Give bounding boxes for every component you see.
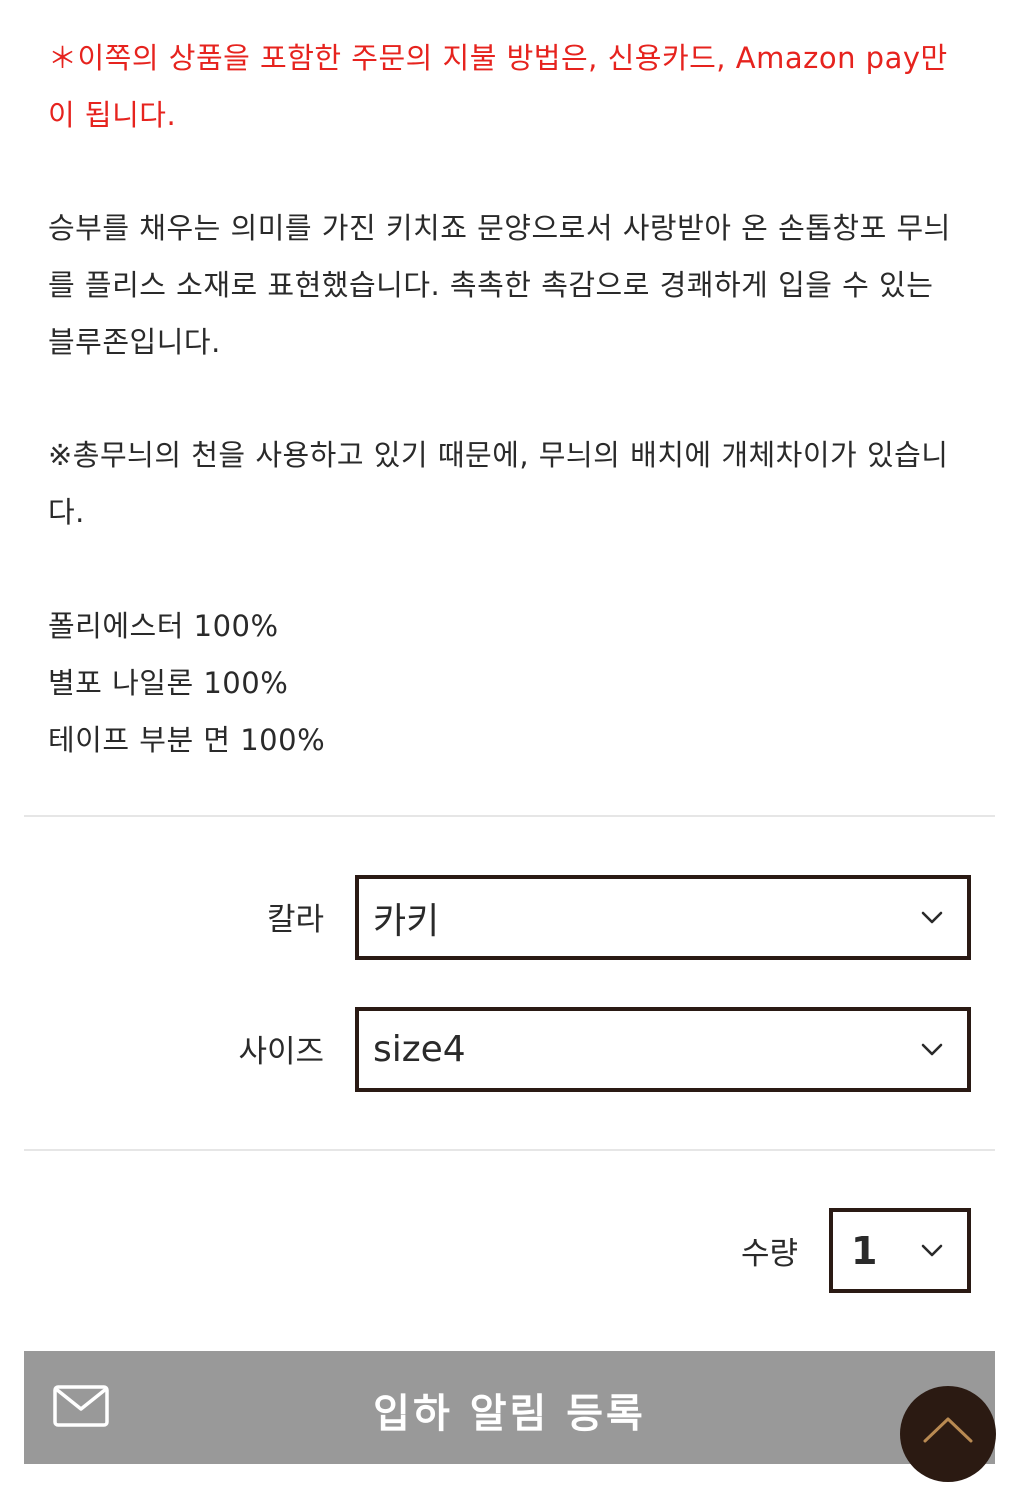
size-select[interactable]: size4 bbox=[355, 1007, 971, 1092]
chevron-down-icon bbox=[921, 1244, 943, 1256]
size-label: 사이즈 bbox=[238, 1034, 324, 1070]
caution-line: 다. bbox=[48, 495, 85, 529]
color-label: 칼라 bbox=[266, 902, 324, 938]
materials-list: 폴리에스터 100% 별포 나일론 100% 테이프 부분 면 100% bbox=[48, 598, 978, 769]
restock-notify-button[interactable]: 입하 알림 등록 bbox=[24, 1351, 995, 1464]
material-item: 폴리에스터 100% bbox=[48, 609, 279, 643]
pattern-caution: ※총무늬의 천을 사용하고 있기 때문에, 무늬의 배치에 개체차이가 있습니 … bbox=[48, 427, 978, 541]
chevron-down-icon bbox=[921, 1043, 943, 1055]
description-line: 승부를 채우는 의미를 가진 키치죠 문양으로서 사랑받아 온 손톱창포 무늬 bbox=[48, 211, 951, 245]
material-item: 별포 나일론 100% bbox=[48, 666, 289, 700]
description-line: 를 플리스 소재로 표현했습니다. 촉촉한 촉감으로 경쾌하게 입을 수 있는 bbox=[48, 268, 934, 302]
size-select-value: size4 bbox=[373, 1029, 466, 1070]
description-line: 블루존입니다. bbox=[48, 325, 221, 359]
payment-notice-line: ＊이쪽의 상품을 포함한 주문의 지불 방법은, 신용카드, Amazon pa… bbox=[48, 41, 948, 75]
color-select-value: 카키 bbox=[373, 900, 440, 942]
material-item: 테이프 부분 면 100% bbox=[48, 723, 326, 757]
chevron-up-icon bbox=[923, 1417, 973, 1443]
quantity-select[interactable]: 1 bbox=[829, 1208, 971, 1293]
back-to-top-button[interactable] bbox=[900, 1386, 996, 1482]
payment-notice: ＊이쪽의 상품을 포함한 주문의 지불 방법은, 신용카드, Amazon pa… bbox=[48, 30, 978, 144]
color-select[interactable]: 카키 bbox=[355, 875, 971, 960]
chevron-down-icon bbox=[921, 911, 943, 923]
caution-line: ※총무늬의 천을 사용하고 있기 때문에, 무늬의 배치에 개체차이가 있습니 bbox=[48, 438, 949, 472]
payment-notice-line: 이 됩니다. bbox=[48, 98, 177, 132]
product-description: 승부를 채우는 의미를 가진 키치죠 문양으로서 사랑받아 온 손톱창포 무늬 … bbox=[48, 200, 978, 371]
quantity-label: 수량 bbox=[740, 1236, 798, 1272]
section-divider bbox=[24, 1149, 995, 1151]
section-divider bbox=[24, 815, 995, 817]
restock-notify-label: 입하 알림 등록 bbox=[373, 1391, 646, 1437]
quantity-select-value: 1 bbox=[851, 1228, 878, 1273]
